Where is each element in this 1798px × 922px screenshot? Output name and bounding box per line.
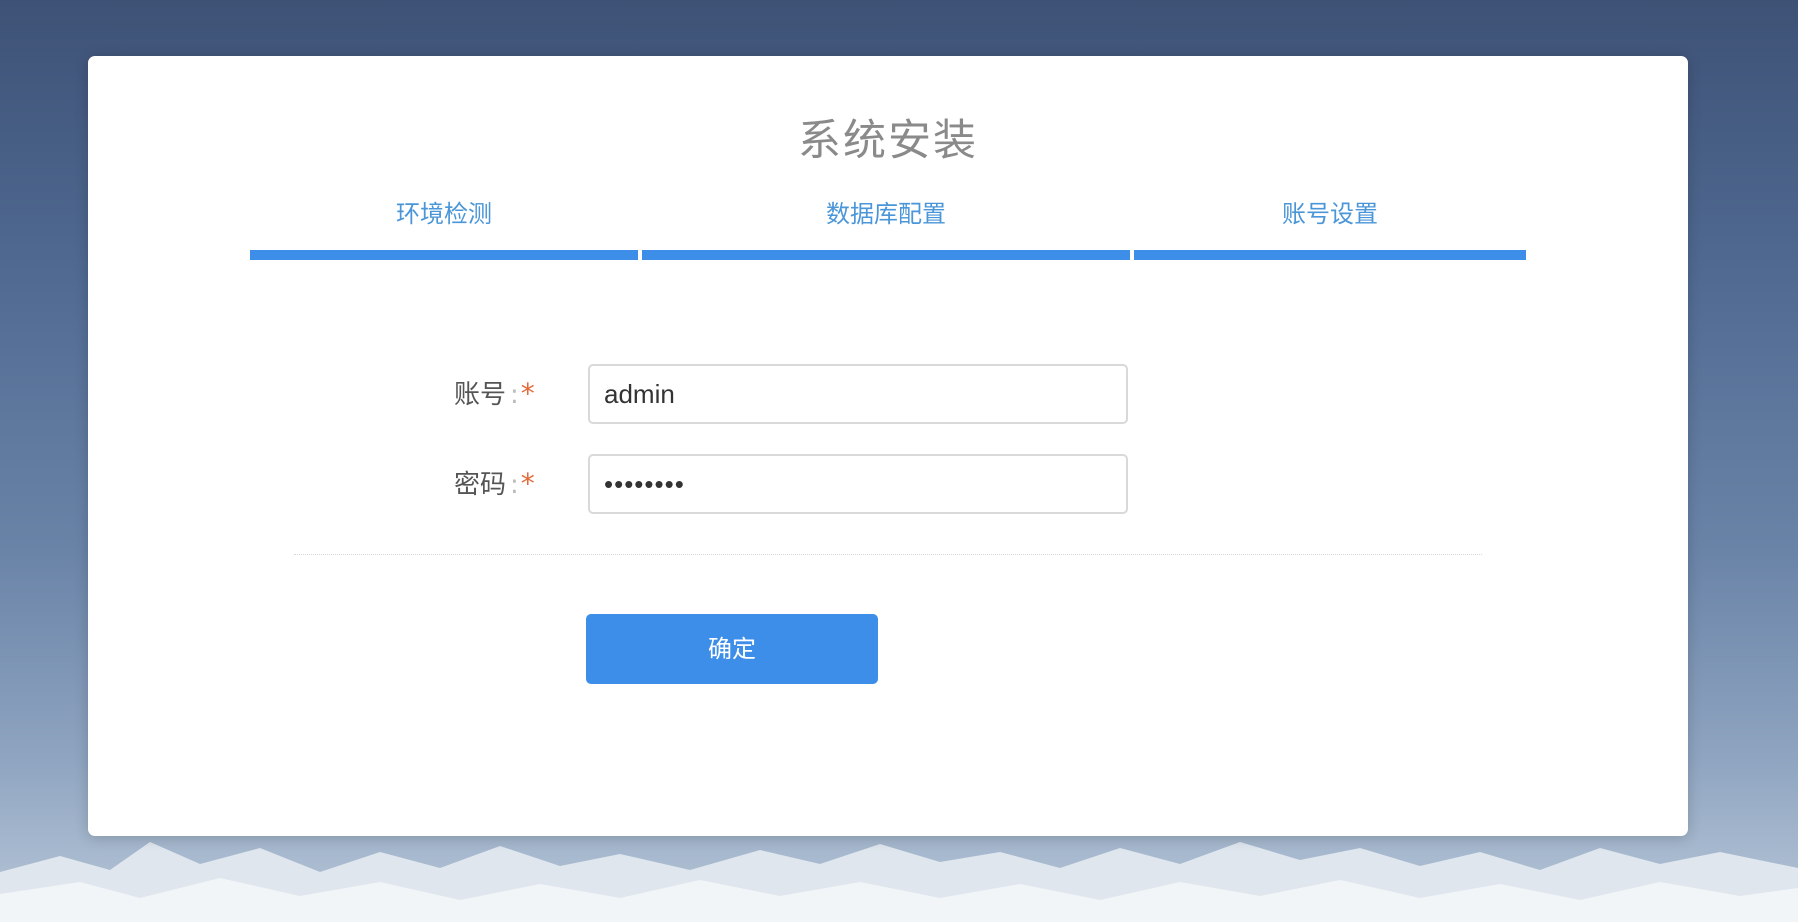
step-label-account-settings: 账号设置 [1282,200,1378,228]
account-row: 账号:* admin [88,364,1688,424]
step-label-environment-check: 环境检测 [396,200,492,228]
required-mark: * [520,467,535,500]
step-progress-bar [250,250,638,260]
account-label-text: 账号 [454,380,507,410]
password-input[interactable]: •••••••• [588,454,1128,514]
step-progress-bar [1134,250,1526,260]
form-divider [294,554,1482,555]
step-database-config: 数据库配置 [642,196,1130,260]
account-label: 账号:* [454,364,584,424]
password-row: 密码:* •••••••• [88,454,1688,514]
step-account-settings: 账号设置 [1134,196,1526,260]
account-input[interactable]: admin [588,364,1128,424]
confirm-button[interactable]: 确定 [586,614,878,684]
step-progress-bar [642,250,1130,260]
step-environment-check: 环境检测 [250,196,638,260]
password-label-text: 密码 [454,470,507,500]
account-label-colon: : [510,380,519,410]
password-label-colon: : [510,470,519,500]
install-card: 系统安装 环境检测 数据库配置 账号设置 账号:* admin 密码:* •••… [88,56,1688,836]
step-label-database-config: 数据库配置 [826,200,946,228]
page-title: 系统安装 [798,116,978,166]
password-label: 密码:* [454,454,584,514]
required-mark: * [520,377,535,410]
